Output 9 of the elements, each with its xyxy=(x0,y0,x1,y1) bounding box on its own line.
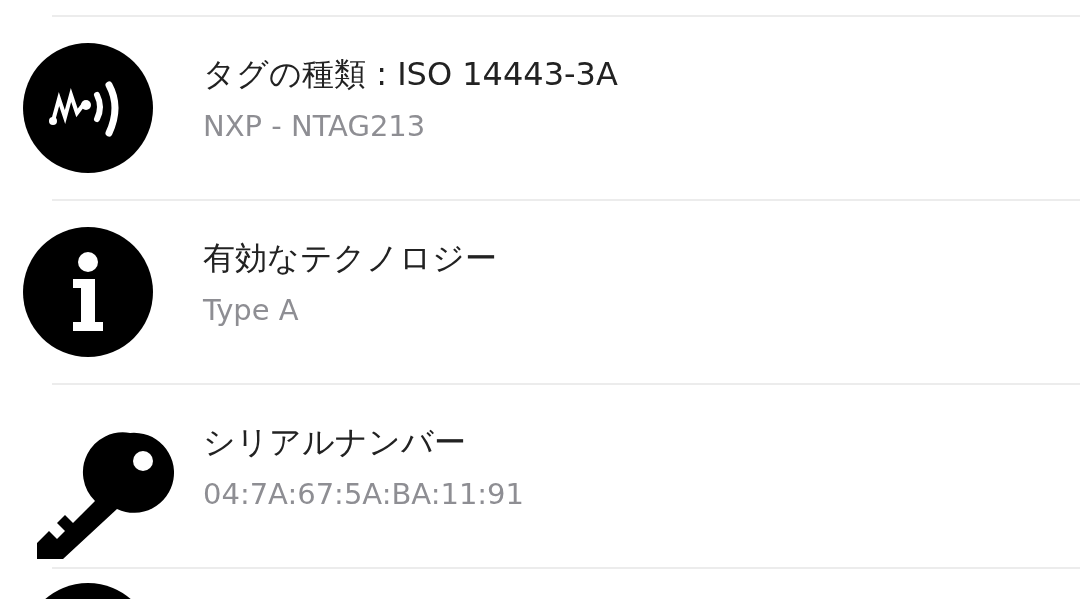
item-value: NXP - NTAG213 xyxy=(203,109,427,145)
item-title: シリアルナンバー xyxy=(203,423,467,462)
key-icon xyxy=(35,431,175,559)
item-value: 04:7A:67:5A:BA:11:91 xyxy=(203,477,524,513)
info-icon xyxy=(23,227,153,357)
item-title: タグの種類 : ISO 14443-3A xyxy=(203,55,618,94)
item-value: Type A xyxy=(203,293,300,329)
item-title: 有効なテクノロジー xyxy=(203,239,497,278)
nfc-signal-icon xyxy=(23,43,153,173)
